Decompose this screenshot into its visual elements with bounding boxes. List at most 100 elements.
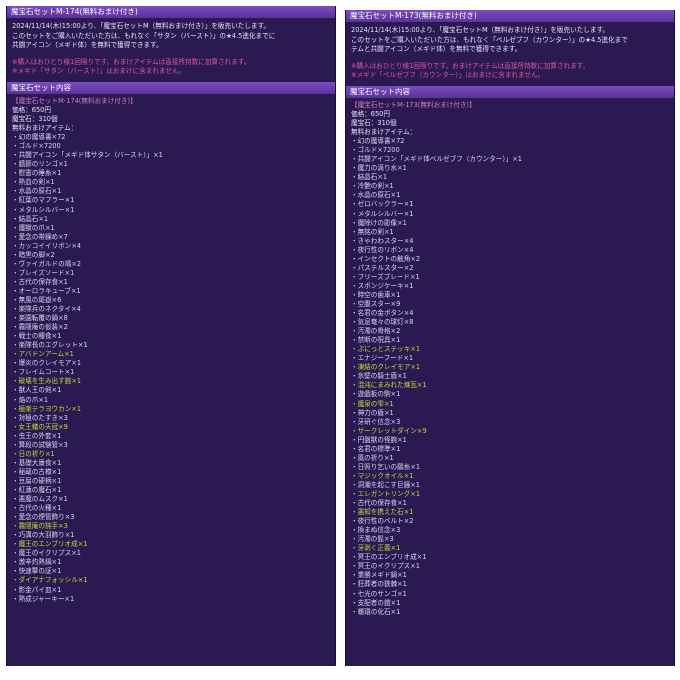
bonus-item: 牙研ぐ信念×3 [351,418,669,427]
bonus-item: 風の祈り×1 [351,454,669,463]
warning-line: ※メギド「ベルゼブフ（カウンター）」はおまけに含まれません。 [351,71,545,80]
right-panel: 魔宝石セットM-173(無料おまけ付き) 2024/11/14(木)15:00よ… [345,10,675,666]
bonus-item: インセクトの触角×2 [351,255,669,264]
bonus-item: フレイムコート×1 [12,368,330,377]
bonus-item: 冥王のエンブリオ成×1 [351,553,669,562]
bonus-item: マジックオイル×1 [351,472,669,481]
bonus-item: 氷壁の騎士盾×1 [351,372,669,381]
announcement-header: 魔宝石セットM-173(無料おまけ付き) [346,10,674,22]
bonus-item: 水晶の原石×1 [351,191,669,200]
announcement-header: 魔宝石セットM-174(無料おまけ付き) [7,6,335,18]
bonus-item: 悪知を携えた石×1 [351,508,669,517]
bonus-item: ヴァイガルドの鳩×2 [12,260,330,269]
bonus-item: 極楽テラヨウカン×1 [12,405,330,414]
bonus-item: ゼロバックラー×1 [351,200,669,209]
bonus-label: 無料おまけアイテム： [351,128,417,137]
bonus-item: 共闘アイコン「メギド体サタン（バースト）」×1 [12,151,330,160]
bonus-item: 紅蓮の魔石×1 [12,486,330,495]
bonus-item: 冷艶の剣×1 [351,182,669,191]
bonus-item: 爆炎のクレイモア×1 [12,359,330,368]
bonus-item: ゴルド×7200 [12,142,330,151]
bonus-item: アバドンアーム×1 [12,350,330,359]
set-price: 価格：650円 [351,110,390,119]
bonus-item: エレガントリング×1 [351,490,669,499]
gem-count: 魔宝石：310個 [12,115,58,124]
set-contents-header: 魔宝石セット内容 [346,85,674,98]
bonus-item: メタルシルバー×1 [12,206,330,215]
bonus-item: 洞潮を起こす巨鐘×1 [351,481,669,490]
bonus-item: 古代の保存食×1 [351,499,669,508]
bonus-item: 古代の保存食×1 [12,278,330,287]
gem-count: 魔宝石：310個 [351,119,397,128]
bonus-item: 狂葬者の鉄棘×1 [351,580,669,589]
set-contents-header: 魔宝石セット内容 [7,81,335,94]
bonus-item: 算段の試験管×3 [12,441,330,450]
bonus-item: 水晶の原石×1 [12,187,330,196]
bonus-item: 膳節のリンゴ×1 [12,160,330,169]
bonus-item: 影金パイ皿×1 [12,586,330,595]
bonus-item: 戦士の種食×1 [12,332,330,341]
notice-line: 共闘アイコン（メギド体）を無料で獲得できます。 [12,41,163,50]
bonus-item: 共闘アイコン「メギド体ベルゼブフ（カウンター）」×1 [351,155,669,164]
bonus-item: 悪魔のムスク×1 [12,495,330,504]
bonus-item: 時空の歯車×1 [351,291,669,300]
bonus-item: 名君の金ボタン×4 [351,309,669,318]
bonus-item: 紅葉のマフラー×1 [12,196,330,205]
bonus-item: 古代の火種×1 [12,504,330,513]
bonus-item: 七光のサンゴ×1 [351,590,669,599]
warning-line: ※購入はおひとり様1回限りです。おまけアイテムは直接所持数に加算されます。 [351,61,590,70]
bonus-item: 魔王のエンブリオ成×1 [12,540,330,549]
announcement-body: 2024/11/14(木)15:00より、「魔宝石セットM（無料おまけ付き）」を… [7,18,335,79]
bonus-label: 無料おまけアイテム： [12,124,78,133]
bonus-item: 焔の爪×1 [12,396,330,405]
notice-line: このセットをご購入いただいた方は、もれなく「サタン（バースト）」の★4.5進化ま… [12,31,276,40]
bonus-item: パステルスター×2 [351,264,669,273]
bonus-item: 対極のたすき×3 [12,414,330,423]
bonus-item: 結晶石×1 [12,215,330,224]
bonus-item: 霧隠庵の仮装×2 [12,323,330,332]
bonus-item: サークレットダイン×9 [351,427,669,436]
notice-line: テムと共闘アイコン（メギド体）を無料で獲得できます。 [351,45,522,54]
warning-line: ※購入はおひとり様1回限りです。おまけアイテムは直接所持数に加算されます。 [12,57,251,66]
set-title: 【魔宝石セットM-173(無料おまけ付き)】 [351,100,476,109]
bonus-item: 愛念の帯錦め×7 [12,233,330,242]
bonus-item: きゃわわスター×4 [351,237,669,246]
bonus-item: 夜行性のベルト×2 [351,517,669,526]
bonus-item: 牙剥く正義×1 [351,544,669,553]
bonus-item: 無銘の剣×1 [351,228,669,237]
bonus-item: スポンジケーキ×1 [351,282,669,291]
set-title: 【魔宝石セットM-174(無料おまけ付き)】 [12,96,137,105]
bonus-item: 豆腐の硬柄×1 [12,477,330,486]
notice-line: 2024/11/14(木)15:00より、「魔宝石セットM（無料おまけ付き）」を… [351,26,609,34]
bonus-item: 無風の尾嶽×6 [12,296,330,305]
bonus-item: 螺環の化石×1 [351,608,669,617]
bonus-item: 日照り乞いの願糸×1 [351,463,669,472]
set-contents: 【魔宝石セットM-174(無料おまけ付き)】 価格：650円 魔宝石：310個 … [7,94,335,604]
bonus-item: 熱成ジャーキー×1 [12,595,330,604]
bonus-item: 混沌にまみれた煉瓦×1 [351,381,669,390]
bonus-item: 楽園転覆の鍋×8 [12,314,330,323]
bonus-item: 魔獣の爪×1 [12,224,330,233]
bonus-item: 凍結のクレイモア×1 [351,363,669,372]
bonus-item: 熱血の剣×1 [12,178,330,187]
bonus-item: メタルシルバー×1 [351,210,669,219]
bonus-item: 空腹スター×9 [351,300,669,309]
bonus-item: 秘蔵の古樽×1 [12,468,330,477]
notice-line: 2024/11/14(木)15:00より、「魔宝石セットM（無料おまけ付き）」を… [12,22,270,30]
bonus-item: エナジーフード×1 [351,354,669,363]
bonus-item: オーロラキューブ×1 [12,287,330,296]
bonus-item: 幻の魔導書×72 [12,133,330,142]
bonus-item: 気息奄々の球灯×8 [351,318,669,327]
bonus-item: ゴルド×7200 [351,146,669,155]
bonus-item-list: 幻の魔導書×72ゴルド×7200共闘アイコン「メギド体サタン（バースト）」×1膳… [12,133,330,603]
bonus-item: フリーズブレード×1 [351,273,669,282]
bonus-item: カッコイイリボン×4 [12,242,330,251]
bonus-item: 暗黒の脚×2 [12,251,330,260]
bonus-item: 円盤獣の怪腕×1 [351,436,669,445]
bonus-item: 結晶石×1 [351,173,669,182]
bonus-item: 夜行性のリボン×4 [351,246,669,255]
bonus-item: 名君の標準×1 [351,445,669,454]
bonus-item: 女王蟻の天冠×9 [12,423,330,432]
set-price: 価格：650円 [12,106,51,115]
bonus-item: 汚濁の骨格×2 [351,327,669,336]
